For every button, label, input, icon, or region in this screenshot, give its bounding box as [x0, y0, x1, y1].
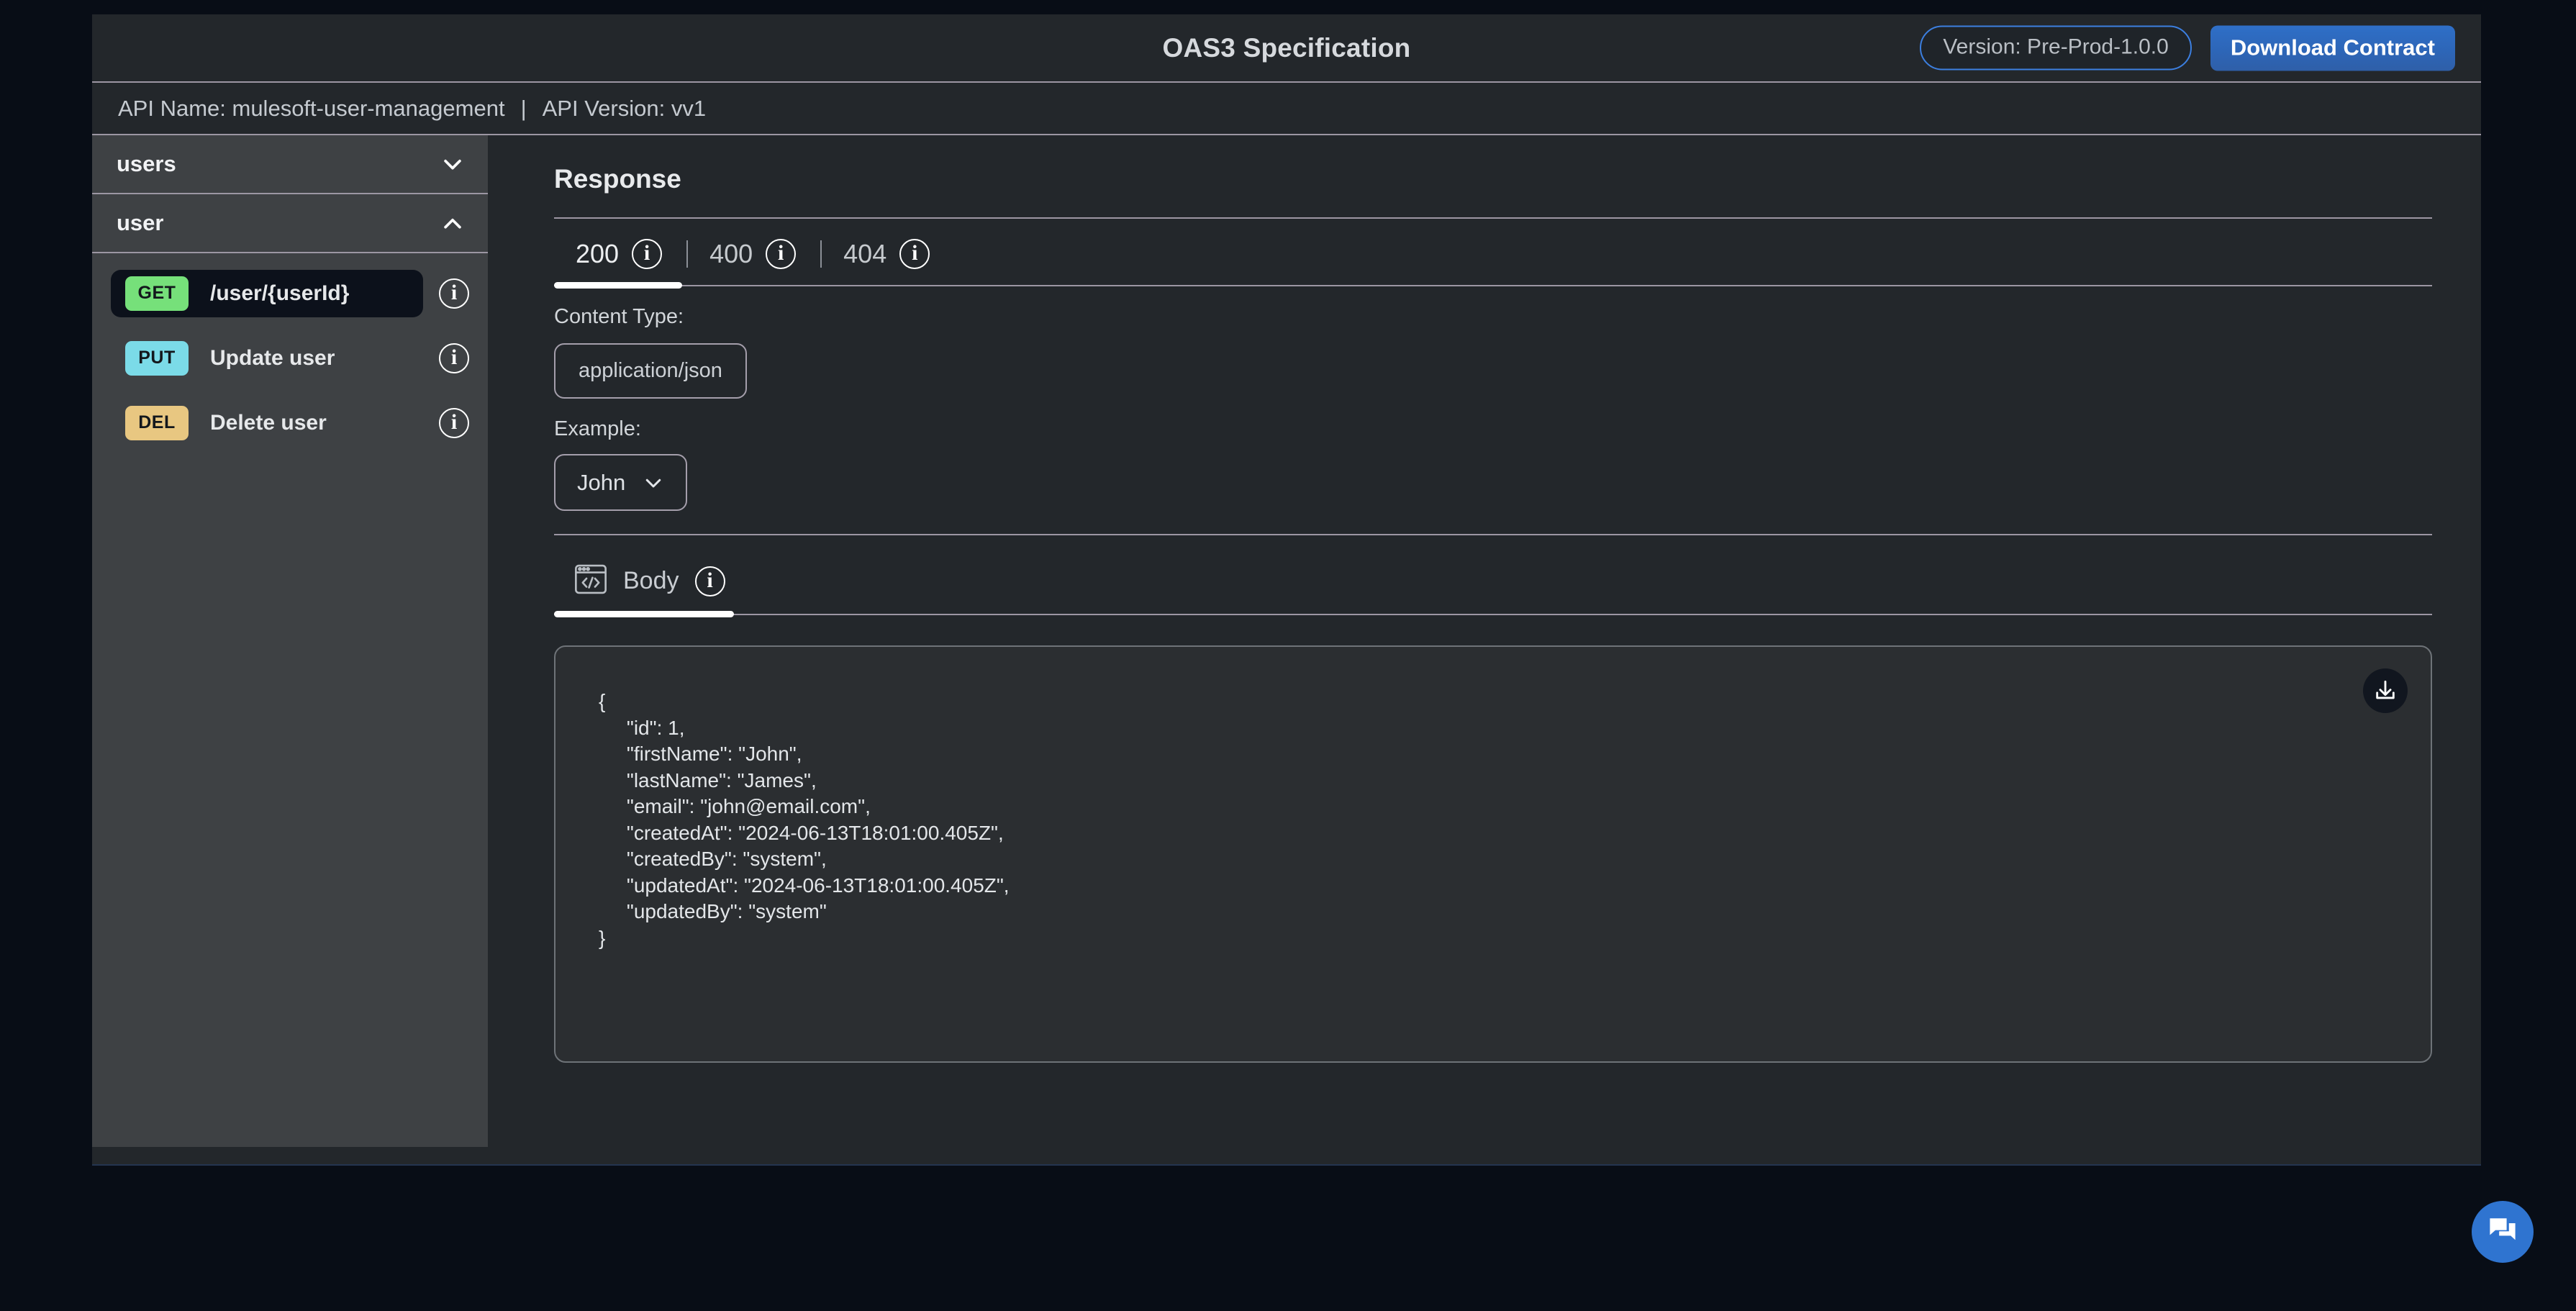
spec-viewer-window: OAS3 Specification Version: Pre-Prod-1.0…	[92, 14, 2481, 1166]
method-badge-put: PUT	[125, 341, 189, 376]
api-info-separator: |	[520, 95, 527, 121]
chevron-down-icon[interactable]	[440, 152, 465, 176]
api-info-bar: API Name: mulesoft-user-management | API…	[92, 83, 2481, 135]
chat-widget-button[interactable]	[2472, 1201, 2534, 1263]
status-code-label: 200	[576, 239, 620, 268]
api-name-label: API Name: mulesoft-user-management	[118, 95, 505, 121]
download-contract-button[interactable]: Download Contract	[2210, 25, 2455, 71]
chat-bubbles-icon	[2485, 1213, 2520, 1251]
code-window-icon	[574, 564, 607, 598]
chevron-up-icon[interactable]	[440, 211, 465, 235]
footer-bar: @2024 Copyright: Digital APIcraft SPEEDP…	[92, 1164, 2481, 1166]
header-actions: Version: Pre-Prod-1.0.0 Download Contrac…	[1920, 25, 2455, 71]
content-type-label: Content Type:	[554, 305, 684, 328]
body-tab-row: Body i	[554, 554, 2432, 614]
sidebar-item-get-user[interactable]: GET /user/{userId} i	[111, 266, 469, 321]
body-tab-label: Body	[623, 567, 679, 594]
status-code-label: 404	[843, 239, 887, 268]
download-icon[interactable]	[2363, 668, 2408, 713]
tab-status-200[interactable]: 200 i	[554, 223, 686, 285]
body-tabs-underline	[554, 611, 2432, 617]
operation-label: Update user	[210, 346, 335, 370]
tab-status-404[interactable]: 404 i	[822, 223, 954, 285]
tab-body[interactable]: Body i	[554, 554, 747, 614]
example-select-value: John	[577, 470, 626, 495]
body-columns: users user GET /user/{userId} i PUT Upda…	[92, 135, 2481, 1164]
main-content: Response 200 i 400 i 404 i Content Type:…	[488, 135, 2481, 1147]
content-type-value[interactable]: application/json	[554, 343, 747, 399]
example-select[interactable]: John	[554, 454, 688, 511]
operation-label: /user/{userId}	[210, 281, 350, 305]
chevron-down-icon	[645, 478, 661, 487]
operation-main[interactable]: DEL Delete user	[111, 399, 423, 447]
operation-main[interactable]: GET /user/{userId}	[111, 270, 423, 317]
sidebar-item-update-user[interactable]: PUT Update user i	[111, 331, 469, 386]
active-tab-indicator	[554, 282, 682, 289]
tabs-underline	[554, 282, 2432, 289]
api-version-label: API Version: vv1	[542, 95, 707, 121]
response-body-json: { "id": 1, "firstName": "John", "lastNam…	[599, 690, 1010, 949]
active-tab-indicator	[554, 611, 734, 617]
sidebar-group-title: user	[117, 210, 164, 235]
response-body-code-block: { "id": 1, "firstName": "John", "lastNam…	[554, 645, 2432, 1063]
sidebar: users user GET /user/{userId} i PUT Upda…	[92, 135, 488, 1147]
sidebar-group-title: users	[117, 151, 176, 176]
operation-main[interactable]: PUT Update user	[111, 335, 423, 382]
top-header-bar: OAS3 Specification Version: Pre-Prod-1.0…	[92, 14, 2481, 83]
page-title: OAS3 Specification	[1162, 32, 1411, 63]
sidebar-group-users[interactable]: users	[92, 135, 488, 194]
info-icon[interactable]: i	[439, 278, 469, 309]
method-badge-get: GET	[125, 276, 189, 311]
response-section-title: Response	[554, 164, 681, 194]
info-icon[interactable]: i	[766, 239, 797, 269]
divider	[554, 217, 2432, 219]
status-code-label: 400	[709, 239, 753, 268]
info-icon[interactable]: i	[439, 408, 469, 438]
status-code-tabs: 200 i 400 i 404 i	[554, 223, 2432, 285]
sidebar-group-user[interactable]: user	[92, 194, 488, 253]
info-icon[interactable]: i	[899, 239, 930, 269]
info-icon[interactable]: i	[694, 566, 725, 596]
sidebar-item-delete-user[interactable]: DEL Delete user i	[111, 396, 469, 450]
tab-status-400[interactable]: 400 i	[688, 223, 820, 285]
version-badge[interactable]: Version: Pre-Prod-1.0.0	[1920, 25, 2192, 71]
operation-label: Delete user	[210, 411, 327, 435]
divider	[554, 534, 2432, 535]
example-label: Example:	[554, 417, 641, 440]
method-badge-del: DEL	[125, 406, 189, 440]
info-icon[interactable]: i	[632, 239, 663, 269]
operation-list: GET /user/{userId} i PUT Update user i D…	[92, 253, 488, 450]
info-icon[interactable]: i	[439, 343, 469, 373]
